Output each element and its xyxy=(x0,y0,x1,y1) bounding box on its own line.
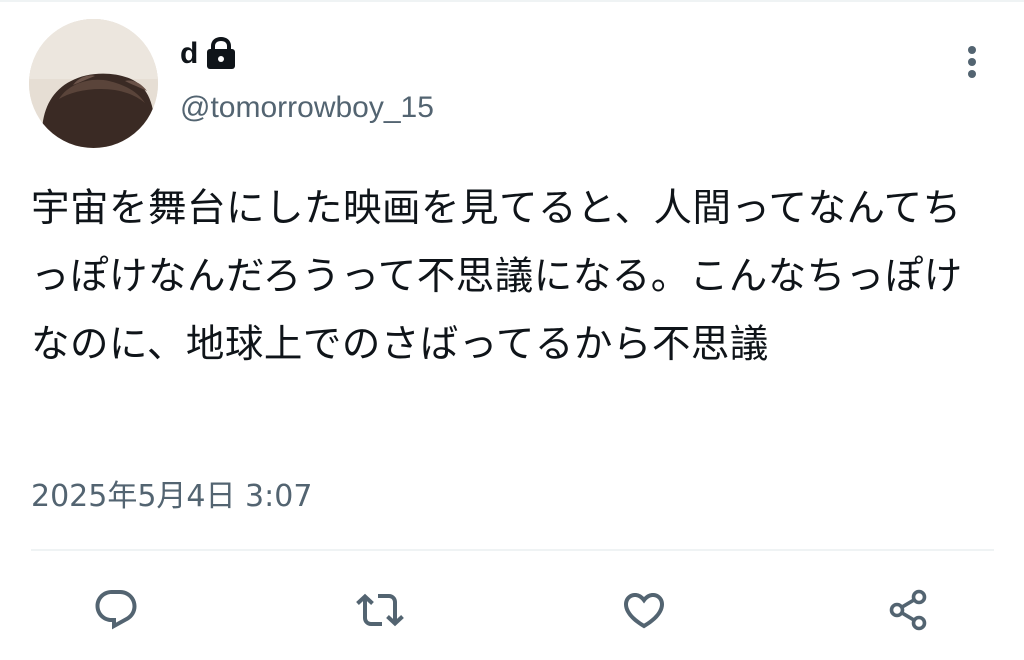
action-bar-divider xyxy=(31,549,994,551)
more-button[interactable] xyxy=(950,40,994,84)
retweet-icon xyxy=(356,593,404,627)
top-divider xyxy=(0,0,1024,2)
author-name-row[interactable]: d xyxy=(180,36,238,72)
avatar-photo xyxy=(29,19,158,148)
more-vertical-icon xyxy=(968,46,976,78)
tweet-text: 宇宙を舞台にした映画を見てると、人間ってなんてちっぽけなんだろうって不思議になる… xyxy=(31,186,963,367)
avatar[interactable] xyxy=(29,19,158,148)
share-button[interactable] xyxy=(880,582,936,638)
heart-icon xyxy=(623,593,665,629)
reply-icon xyxy=(95,590,137,630)
share-icon xyxy=(889,589,927,631)
lock-icon xyxy=(204,36,238,71)
author-display-name[interactable]: d xyxy=(180,36,198,72)
author-handle[interactable]: @tomorrowboy_15 xyxy=(180,88,434,128)
reply-button[interactable] xyxy=(88,582,144,638)
tweet-timestamp[interactable]: 2025年5月4日 3:07 xyxy=(31,475,312,519)
like-button[interactable] xyxy=(616,582,672,638)
retweet-button[interactable] xyxy=(352,582,408,638)
